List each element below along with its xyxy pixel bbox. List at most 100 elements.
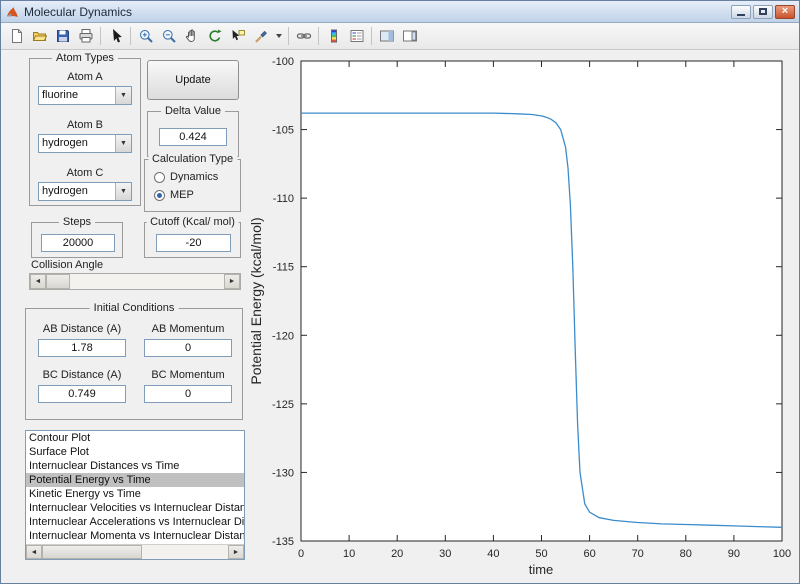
list-item[interactable]: Contour Plot <box>26 431 244 445</box>
toolbar-separator <box>288 27 289 45</box>
toolbar-separator <box>318 27 319 45</box>
calc-option-mep[interactable]: MEP <box>154 189 194 201</box>
data-cursor-icon <box>232 30 245 41</box>
ab-distance-field[interactable] <box>38 339 126 357</box>
bc-distance-label: BC Distance (A) <box>42 369 122 381</box>
atom-c-value: hydrogen <box>42 185 88 197</box>
rotate-3d-button[interactable] <box>203 25 226 47</box>
delta-value-panel: Delta Value <box>147 105 239 157</box>
new-figure-button[interactable] <box>5 25 28 47</box>
atom-b-dropdown[interactable]: hydrogen ▼ <box>38 134 132 153</box>
cutoff-field[interactable] <box>156 234 231 252</box>
list-item[interactable]: Kinetic Energy vs Time <box>26 487 244 501</box>
data-cursor-button[interactable] <box>226 25 249 47</box>
list-item[interactable]: Internuclear Velocities vs Internuclear … <box>26 501 244 515</box>
calc-radio[interactable] <box>154 189 165 201</box>
edit-plot-button[interactable] <box>104 25 127 47</box>
svg-text:-100: -100 <box>272 56 294 68</box>
steps-panel: Steps <box>31 216 123 258</box>
close-button[interactable]: × <box>775 4 795 19</box>
print-figure-button[interactable] <box>74 25 97 47</box>
list-item[interactable]: Internuclear Momenta vs Internuclear Dis… <box>26 529 244 543</box>
show-plot-tools-button[interactable] <box>398 25 421 47</box>
delta-value-field[interactable] <box>159 128 227 146</box>
bc-momentum-field[interactable] <box>144 385 232 403</box>
update-button[interactable]: Update <box>147 60 239 100</box>
save-icon <box>56 30 69 42</box>
atom-a-dropdown[interactable]: fluorine ▼ <box>38 86 132 105</box>
svg-text:60: 60 <box>583 548 595 560</box>
calc-option-dynamics[interactable]: Dynamics <box>154 171 218 183</box>
svg-text:30: 30 <box>439 548 451 560</box>
svg-text:0: 0 <box>298 548 304 560</box>
title-bar[interactable]: Molecular Dynamics × <box>1 1 799 23</box>
zoom-in-button[interactable] <box>134 25 157 47</box>
chevron-down-icon <box>275 34 282 38</box>
app-window: Molecular Dynamics × Atom Types Atom A f… <box>0 0 800 584</box>
plot-type-listbox[interactable]: Contour Plot Surface Plot Internuclear Dis… <box>25 430 245 560</box>
initial-conditions-title: Initial Conditions <box>89 302 179 314</box>
scroll-right-button[interactable]: ► <box>228 545 244 559</box>
list-item[interactable]: Internuclear Distances vs Time <box>26 459 244 473</box>
atom-c-label: Atom C <box>66 167 104 179</box>
calculation-type-panel: Calculation Type Dynamics MEP <box>144 153 241 212</box>
bc-momentum-label: BC Momentum <box>151 369 225 381</box>
close-icon: × <box>781 5 789 17</box>
hand-icon <box>185 29 195 43</box>
listbox-hscrollbar[interactable]: ◄ ► <box>26 544 244 559</box>
toolbar-separator <box>371 27 372 45</box>
ab-distance-label: AB Distance (A) <box>42 323 122 335</box>
slider-thumb[interactable] <box>46 274 70 289</box>
steps-field[interactable] <box>41 234 115 252</box>
pan-button[interactable] <box>180 25 203 47</box>
atom-c-dropdown[interactable]: hydrogen ▼ <box>38 182 132 201</box>
svg-text:20: 20 <box>391 548 403 560</box>
collision-angle-slider[interactable]: ◄ ► <box>29 273 241 290</box>
slider-left-arrow[interactable]: ◄ <box>30 274 46 289</box>
zoom-out-button[interactable] <box>157 25 180 47</box>
bc-distance-field[interactable] <box>38 385 126 403</box>
dropdown-arrow-icon[interactable]: ▼ <box>115 183 131 200</box>
dropdown-arrow-icon[interactable]: ▼ <box>115 87 131 104</box>
open-file-button[interactable] <box>28 25 51 47</box>
svg-text:70: 70 <box>632 548 644 560</box>
svg-text:-110: -110 <box>273 193 294 205</box>
brush-icon <box>254 30 267 43</box>
list-item[interactable]: Surface Plot <box>26 445 244 459</box>
window-controls: × <box>731 4 795 19</box>
maximize-icon <box>759 8 767 15</box>
scroll-left-button[interactable]: ◄ <box>26 545 42 559</box>
initial-conditions-panel: Initial Conditions AB Distance (A) AB Mo… <box>25 302 243 420</box>
slider-right-arrow[interactable]: ► <box>224 274 240 289</box>
scroll-track[interactable] <box>142 545 228 559</box>
dropdown-arrow-icon[interactable]: ▼ <box>115 135 131 152</box>
list-item[interactable]: Internuclear Accelerations vs Internucle… <box>26 515 244 529</box>
steps-title: Steps <box>58 216 96 228</box>
save-figure-button[interactable] <box>51 25 74 47</box>
zoom-in-icon <box>139 30 153 43</box>
svg-text:80: 80 <box>680 548 692 560</box>
app-icon <box>7 6 18 17</box>
x-axis-label: time <box>529 562 554 577</box>
link-plot-button[interactable] <box>292 25 315 47</box>
minimize-icon <box>737 13 745 16</box>
window-title: Molecular Dynamics <box>24 4 133 19</box>
slider-track[interactable] <box>70 274 224 289</box>
list-item[interactable]: Potential Energy vs Time <box>26 473 244 487</box>
svg-text:40: 40 <box>487 548 499 560</box>
calc-option-label: MEP <box>170 189 194 201</box>
brush-data-button[interactable] <box>249 25 272 47</box>
cutoff-title: Cutoff (Kcal/ mol) <box>146 216 239 228</box>
cutoff-panel: Cutoff (Kcal/ mol) <box>144 216 241 258</box>
brush-dropdown-button[interactable] <box>272 25 285 47</box>
atom-a-value: fluorine <box>42 89 79 101</box>
hide-plot-tools-button[interactable] <box>375 25 398 47</box>
ab-momentum-field[interactable] <box>144 339 232 357</box>
calc-radio[interactable] <box>154 171 165 183</box>
insert-legend-button[interactable] <box>345 25 368 47</box>
maximize-button[interactable] <box>753 4 773 19</box>
svg-text:-135: -135 <box>272 536 294 548</box>
insert-colorbar-button[interactable] <box>322 25 345 47</box>
minimize-button[interactable] <box>731 4 751 19</box>
scroll-thumb[interactable] <box>42 545 142 559</box>
